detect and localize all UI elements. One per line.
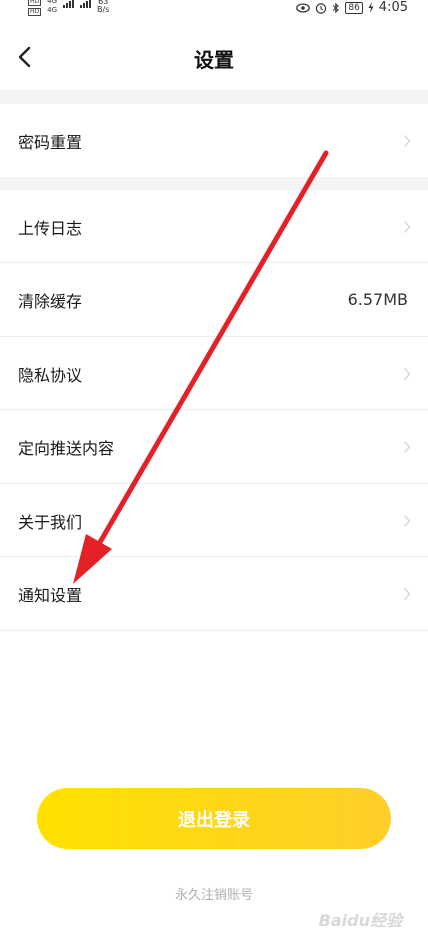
watermark-logo: Baidu经验 — [318, 911, 402, 930]
annotation-arrow — [73, 150, 329, 584]
